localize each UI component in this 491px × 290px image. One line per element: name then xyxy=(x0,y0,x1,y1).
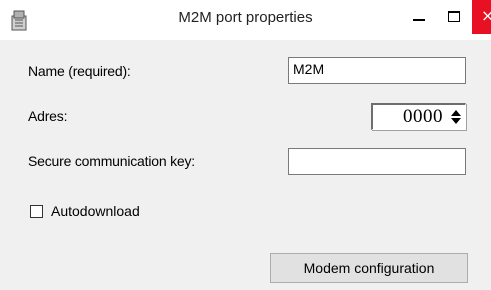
minimize-icon xyxy=(413,19,425,21)
dialog-body: Name (required): M2M Adres: 0000 Secure … xyxy=(0,40,491,290)
name-label: Name (required): xyxy=(28,63,131,79)
adres-label: Adres: xyxy=(28,108,68,124)
spin-buttons[interactable] xyxy=(449,108,463,126)
name-input[interactable]: M2M xyxy=(288,57,466,84)
close-icon: × xyxy=(481,6,491,25)
secure-key-label: Secure communication key: xyxy=(28,153,195,169)
autodownload-label[interactable]: Autodownload xyxy=(51,203,140,219)
adres-spinbox[interactable]: 0000 xyxy=(371,103,466,130)
spin-up-icon[interactable] xyxy=(449,108,463,117)
modem-configuration-button[interactable]: Modem configuration xyxy=(270,253,468,283)
autodownload-checkbox[interactable] xyxy=(30,205,43,218)
spin-down-icon[interactable] xyxy=(449,117,463,126)
adres-value[interactable]: 0000 xyxy=(403,106,443,128)
minimize-button[interactable] xyxy=(400,0,438,34)
secure-key-input[interactable] xyxy=(288,148,466,175)
maximize-icon xyxy=(448,11,460,22)
close-button[interactable]: × xyxy=(472,0,491,34)
title-bar[interactable]: M2M port properties × xyxy=(0,0,491,40)
maximize-button[interactable] xyxy=(436,0,472,34)
